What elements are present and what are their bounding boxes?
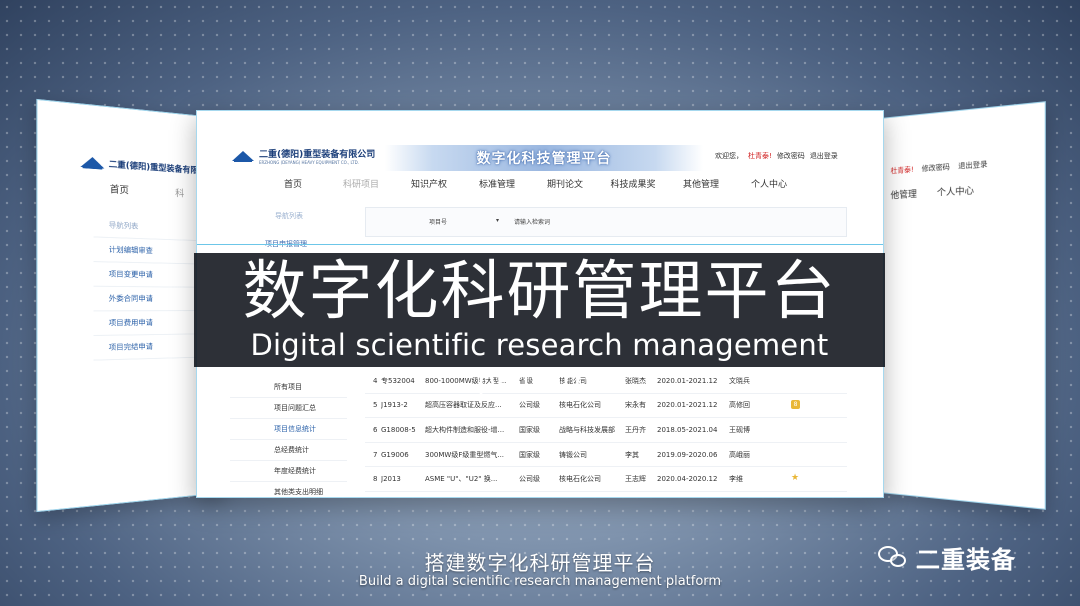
nav-awards[interactable]: 科技成果奖 [599, 177, 667, 190]
cell-level: 国家级 [519, 450, 540, 459]
sidebar-heading: 导航列表 [275, 212, 303, 220]
notification-badge[interactable]: 8 [791, 399, 800, 409]
cell-period: 2020.04-2020.12 [657, 475, 718, 484]
nav-other-management[interactable]: 其他管理 [667, 177, 735, 190]
cell-unit: 铸锻公司 [559, 450, 587, 459]
star-icon[interactable]: ★ [791, 473, 799, 483]
cell-code: G18008-5 [381, 425, 416, 434]
platform-banner: 数字化科技管理平台 [385, 145, 703, 171]
nav-other-management[interactable]: 他管理 [891, 187, 917, 202]
cell-owner: 李维 [729, 475, 743, 484]
watermark: 二重装备 [878, 540, 1016, 575]
menu-item[interactable]: 项目费用申请 [93, 311, 207, 337]
right-user-bar: 杜青泰! 修改密码 退出登录 [891, 159, 988, 176]
cell-level: 公司级 [519, 401, 540, 410]
cell-name: 超大构件制造和服役-增... [425, 425, 505, 434]
right-screenshot-panel: 杜青泰! 修改密码 退出登录 他管理 个人中心 [880, 101, 1046, 510]
cell-name: 300MW级F级重型燃气... [425, 450, 505, 459]
overlay-title-cn: 数字化科研管理平台 [242, 255, 837, 329]
menu-item[interactable]: 项目完结申请 [93, 334, 207, 361]
cell-unit: 核电石化公司 [559, 475, 601, 484]
menu-item-total-funding[interactable]: 总经费统计 [230, 440, 347, 461]
nav-journal-papers[interactable]: 期刊论文 [531, 177, 599, 190]
change-password-link[interactable]: 修改密码 [922, 162, 950, 174]
nav-personal-center[interactable]: 个人中心 [937, 183, 974, 199]
cell-lead: 王丹齐 [625, 425, 646, 434]
cell-owner: 高峨丽 [729, 450, 750, 459]
right-nav: 他管理 个人中心 [891, 183, 974, 201]
menu-item[interactable]: 外委合同申请 [93, 286, 207, 312]
company-logo-icon [232, 149, 254, 163]
company-subtitle: ERZHONG (DEYANG) HEAVY EQUIPMENT CO., LT… [259, 160, 359, 165]
menu-item-annual-funding[interactable]: 年度经费统计 [230, 461, 347, 482]
nav-personal-center[interactable]: 个人中心 [735, 177, 803, 190]
cell-owner: 高修回 [729, 401, 750, 410]
logout-link[interactable]: 退出登录 [958, 159, 987, 172]
field-select[interactable]: 项目号 ▾ [429, 217, 499, 229]
field-select-value: 项目号 [429, 219, 448, 226]
cell-code: G19006 [381, 450, 409, 459]
user-name: 杜青泰! [890, 165, 914, 176]
company-logo-icon [80, 154, 104, 171]
cell-unit: 核电石化公司 [559, 401, 601, 410]
cell-code: J2013 [381, 475, 401, 484]
cell-level: 国家级 [519, 425, 540, 434]
table-row[interactable]: 7 G19006 300MW级F级重型燃气... 国家级 铸锻公司 李其 201… [365, 443, 847, 468]
company-name: 二重(德阳)重型装备有限公司 [259, 150, 376, 160]
company-logo: 二重(德阳)重型装备有限公司 ERZHONG (DEYANG) HEAVY EQ… [232, 147, 375, 165]
cell-no: 5 [373, 401, 378, 410]
cell-name: ASME "U"、"U2" 换... [425, 475, 498, 484]
search-input[interactable]: 请输入检索词 [514, 217, 634, 229]
divider [197, 244, 883, 245]
cell-level: 公司级 [519, 475, 540, 484]
header: 二重(德阳)重型装备有限公司 ERZHONG (DEYANG) HEAVY EQ… [197, 111, 883, 171]
watermark-text: 二重装备 [916, 546, 1016, 574]
left-panel-menu: 导航列表 计划编辑审查 项目变更申请 外委合同申请 项目费用申请 项目完结申请 [93, 212, 207, 361]
wechat-icon [878, 545, 908, 570]
cell-owner: 王砚博 [729, 425, 750, 434]
nav-standards[interactable]: 标准管理 [463, 177, 531, 190]
nav-research[interactable]: 科 [175, 186, 184, 200]
menu-item-other-expenses[interactable]: 其他类支出明细 [230, 482, 347, 497]
cell-name: 超高压容器取证及反应... [425, 401, 502, 410]
cell-lead: 王志辉 [625, 475, 646, 484]
cell-code: J1913-2 [381, 401, 408, 410]
dropdown-arrow-icon: ▾ [495, 217, 499, 224]
table-row[interactable]: 6 G18008-5 超大构件制造和服役-增... 国家级 战略与科技发展部 王… [365, 418, 847, 443]
table-row[interactable]: 8 J2013 ASME "U"、"U2" 换... 公司级 核电石化公司 王志… [365, 467, 847, 492]
cell-badge: ★ [791, 473, 811, 485]
cell-unit: 战略与科技发展部 [559, 425, 615, 434]
nav-home[interactable]: 首页 [259, 177, 327, 190]
menu-item[interactable]: 计划编辑审查 [93, 237, 207, 265]
search-filter-bar: 项目号 ▾ 请输入检索词 [365, 207, 847, 237]
menu-item-issues-summary[interactable]: 项目问题汇总 [230, 398, 347, 419]
cell-period: 2018.05-2021.04 [657, 425, 718, 434]
user-bar: 欢迎您， 杜青泰! 修改密码 退出登录 [715, 151, 838, 161]
cell-period: 2020.01-2021.12 [657, 401, 718, 410]
cell-period: 2019.09-2020.06 [657, 450, 718, 459]
nav-intellectual-property[interactable]: 知识产权 [395, 177, 463, 190]
cell-no: 8 [373, 475, 378, 484]
welcome-text: 欢迎您， [715, 152, 743, 160]
user-name: 杜青泰! [748, 152, 772, 160]
cell-badge: 8 [791, 399, 811, 411]
main-nav: 首页 科研项目 知识产权 标准管理 期刊论文 科技成果奖 其他管理 个人中心 [259, 177, 803, 190]
nav-research-projects[interactable]: 科研项目 [327, 177, 395, 190]
change-password-link[interactable]: 修改密码 [777, 151, 805, 161]
menu-item[interactable]: 项目变更申请 [93, 262, 207, 288]
cell-no: 6 [373, 425, 378, 434]
banner-title: 数字化科技管理平台 [476, 151, 612, 167]
cell-lead: 李其 [625, 450, 639, 459]
cell-lead: 宋永有 [625, 401, 646, 410]
cell-no: 7 [373, 450, 378, 459]
caption-en: Build a digital scientific research mana… [358, 574, 722, 589]
nav-home[interactable]: 首页 [110, 182, 129, 197]
menu-item-info-stats[interactable]: 项目信息统计 [230, 419, 347, 440]
company-name: 二重(德阳)重型装备有限 [108, 158, 199, 175]
logout-link[interactable]: 退出登录 [810, 151, 838, 161]
overlay-title-en: Digital scientific research management p… [250, 328, 829, 398]
title-overlay: 数字化科研管理平台 Digital scientific research ma… [194, 253, 885, 398]
